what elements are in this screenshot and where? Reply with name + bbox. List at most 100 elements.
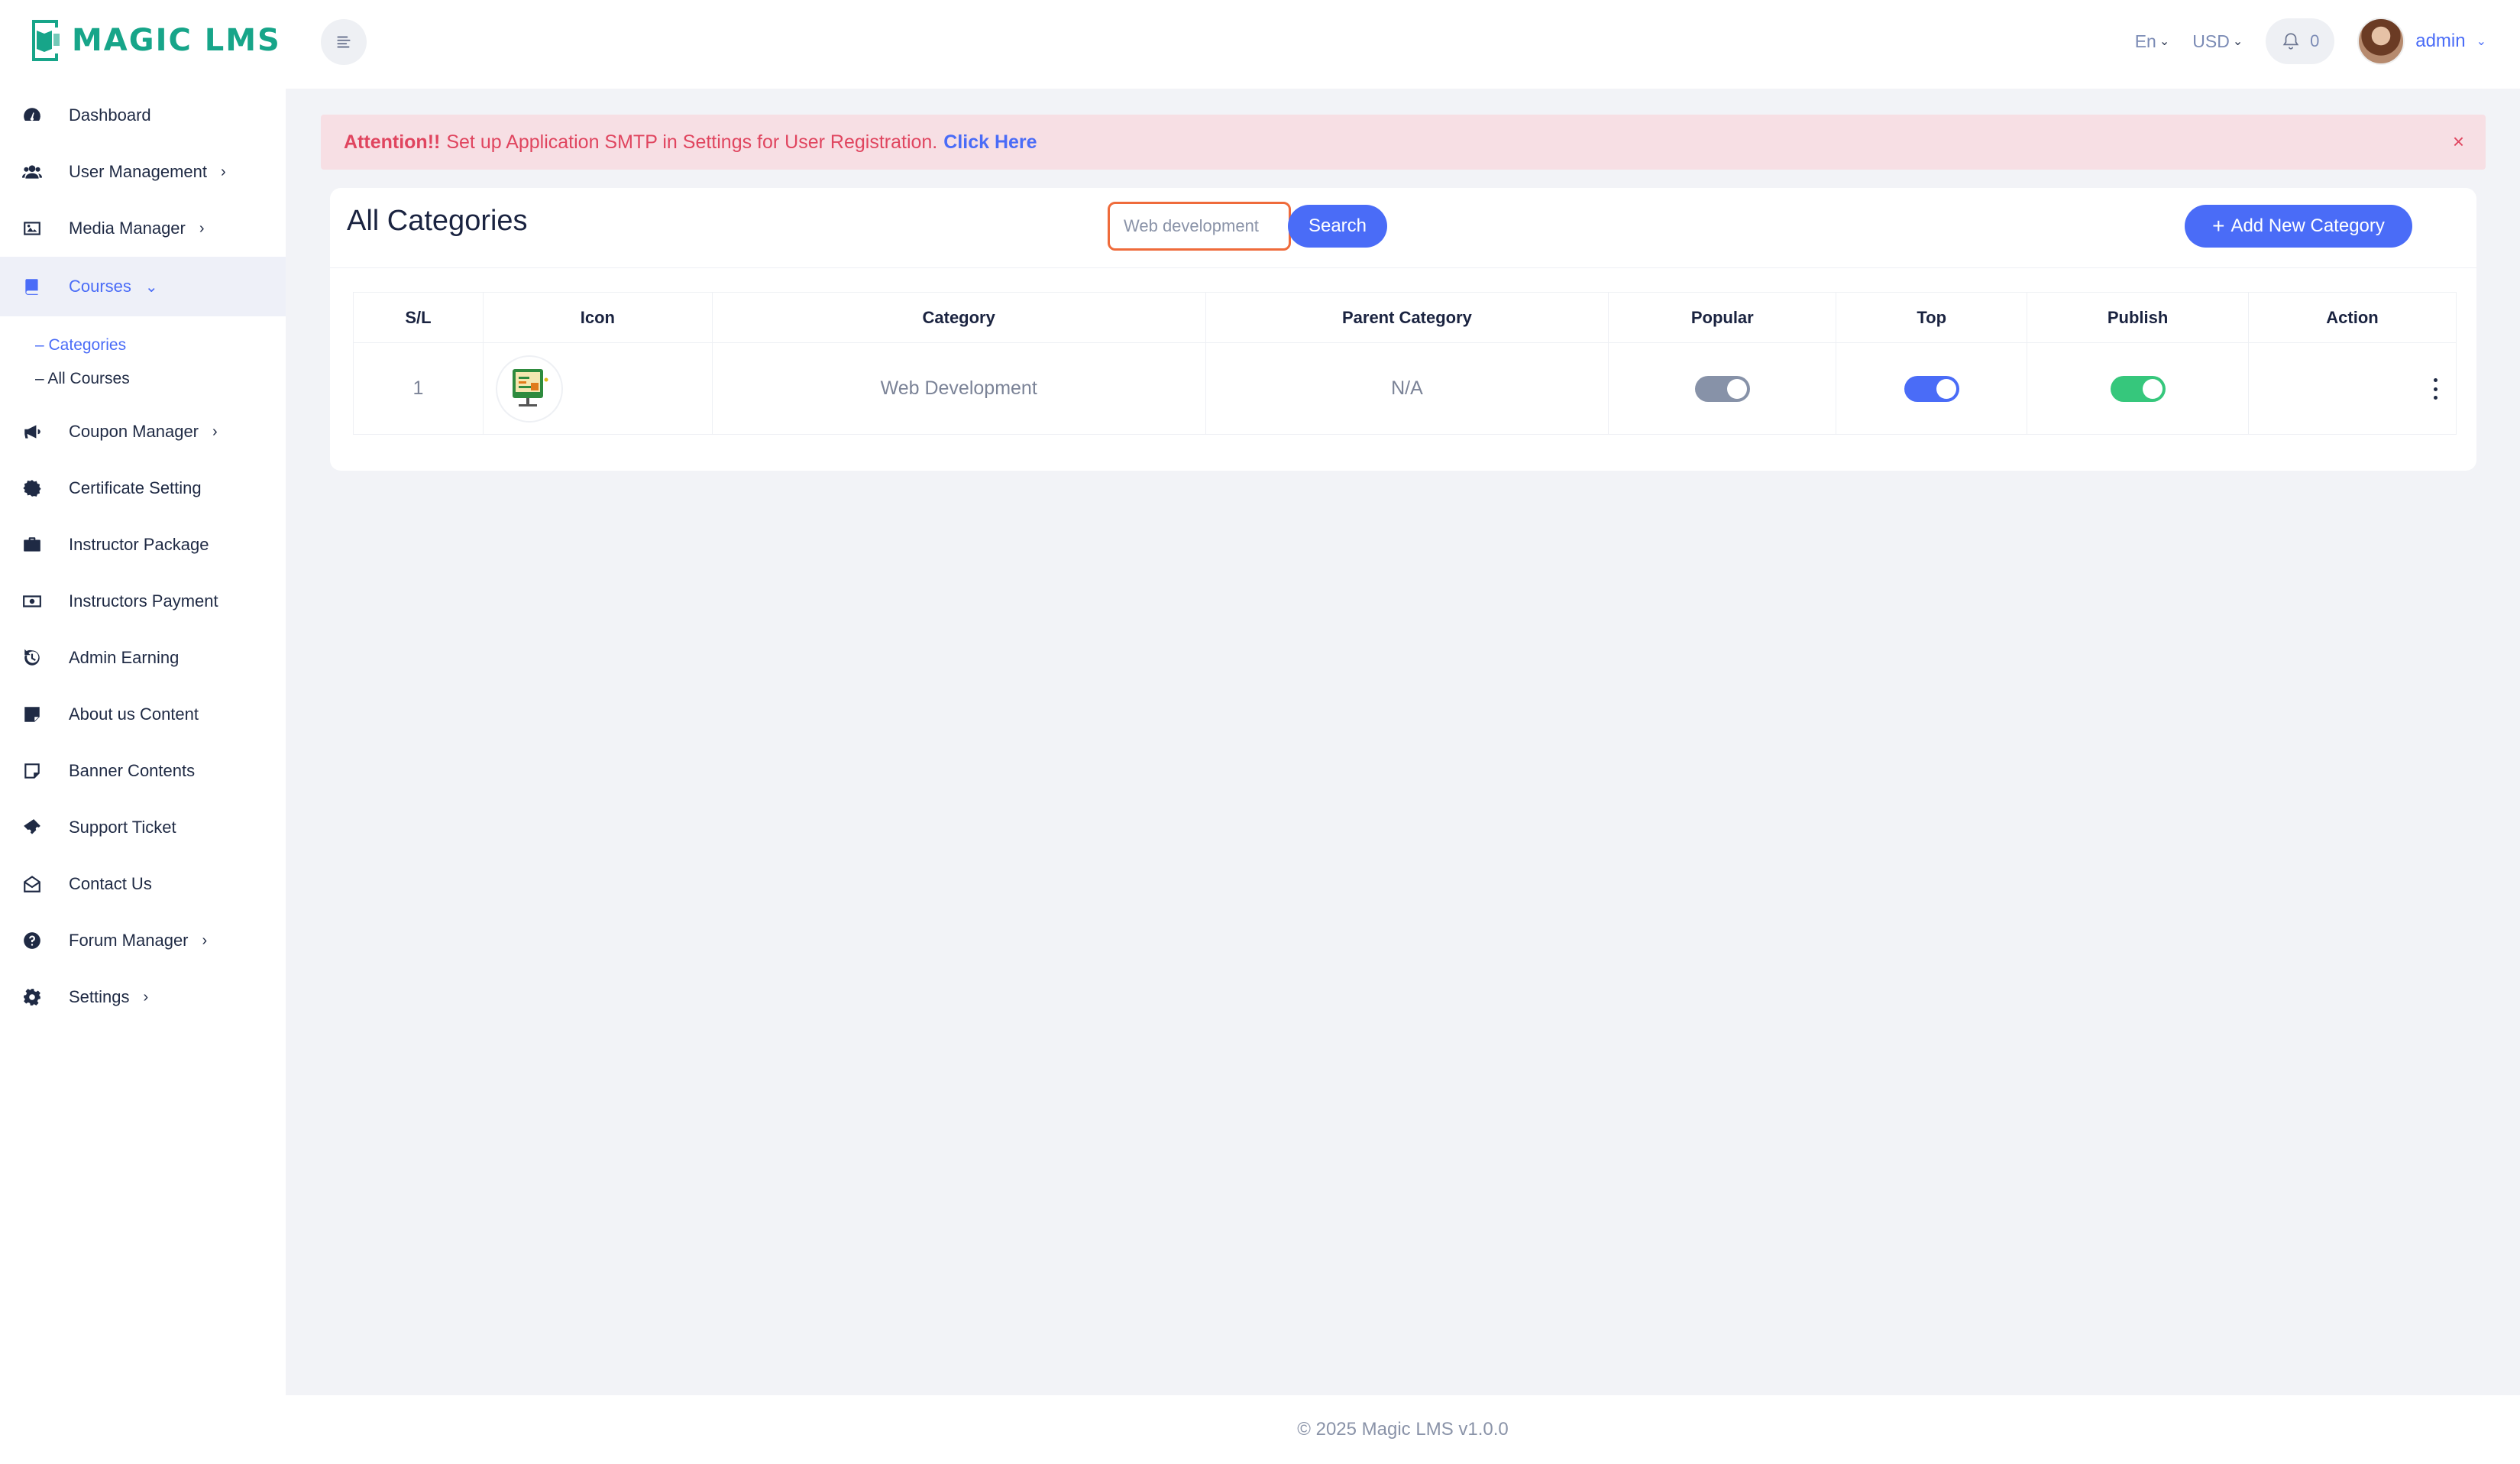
brand-logo[interactable]: MAGIC LMS xyxy=(26,15,281,66)
column-header-icon: Icon xyxy=(483,292,713,343)
table-header-row: S/L Icon Category Parent Category Popula… xyxy=(353,292,2457,343)
notification-count: 0 xyxy=(2310,31,2320,50)
ticket-icon xyxy=(21,817,43,838)
publish-toggle[interactable] xyxy=(2110,375,2166,402)
topbar: En ⌄ USD ⌄ 0 admin ⌄ xyxy=(286,0,2520,89)
sidebar-item-label: Settings xyxy=(69,987,130,1006)
chevron-down-icon: ⌄ xyxy=(2232,35,2243,48)
sidebar-item-banner-contents[interactable]: Banner Contents xyxy=(0,743,286,799)
sidebar-item-label: Support Ticket xyxy=(69,818,176,837)
divider xyxy=(330,267,2476,268)
sidebar-item-admin-earning[interactable]: Admin Earning xyxy=(0,630,286,686)
certificate-icon xyxy=(21,478,43,499)
cell-sl: 1 xyxy=(353,342,484,435)
column-header-popular: Popular xyxy=(1608,292,1837,343)
sidebar-item-dashboard[interactable]: Dashboard xyxy=(0,87,286,144)
history-icon xyxy=(21,647,43,669)
chevron-right-icon: › xyxy=(143,988,149,1006)
question-icon xyxy=(21,930,43,951)
sidebar-item-label: Contact Us xyxy=(69,874,152,893)
note-icon xyxy=(21,704,43,725)
popular-toggle[interactable] xyxy=(1694,375,1750,402)
sidebar-item-label: Coupon Manager xyxy=(69,422,199,441)
add-new-category-button[interactable]: + Add New Category xyxy=(2185,205,2412,248)
menu-toggle-button[interactable] xyxy=(321,19,367,65)
chevron-right-icon: › xyxy=(212,423,218,440)
cell-publish xyxy=(2027,342,2250,435)
topbar-actions: En ⌄ USD ⌄ 0 admin ⌄ xyxy=(2135,17,2486,66)
categories-table: S/L Icon Category Parent Category Popula… xyxy=(353,292,2457,435)
column-header-category: Category xyxy=(712,292,1206,343)
column-header-sl: S/L xyxy=(353,292,484,343)
sidebar-item-forum-manager[interactable]: Forum Manager › xyxy=(0,912,286,969)
alert-message: Set up Application SMTP in Settings for … xyxy=(446,131,938,153)
cell-action xyxy=(2248,342,2457,435)
close-icon[interactable]: × xyxy=(2453,130,2464,154)
sidebar-item-coupon-manager[interactable]: Coupon Manager › xyxy=(0,403,286,460)
plus-icon: + xyxy=(2212,214,2225,238)
brand-name: MAGIC LMS xyxy=(72,23,281,58)
book-icon xyxy=(21,276,43,297)
add-new-category-label: Add New Category xyxy=(2230,215,2385,236)
categories-card: All Categories Search + Add New Category… xyxy=(330,188,2476,471)
submenu-item-categories[interactable]: – Categories xyxy=(35,329,286,362)
sidebar-item-label: Banner Contents xyxy=(69,761,196,780)
sidebar-item-user-management[interactable]: User Management › xyxy=(0,144,286,200)
image-icon xyxy=(21,218,43,239)
sidebar-item-label: User Management xyxy=(69,162,207,181)
sidebar-item-label: Instructor Package xyxy=(69,535,209,554)
sidebar-item-contact-us[interactable]: Contact Us xyxy=(0,856,286,912)
currency-dropdown[interactable]: USD ⌄ xyxy=(2192,31,2243,52)
sidebar-item-label: Instructors Payment xyxy=(69,591,218,611)
sidebar-item-instructors-payment[interactable]: Instructors Payment xyxy=(0,573,286,630)
sidebar-item-label: Admin Earning xyxy=(69,648,180,667)
user-name: admin xyxy=(2415,31,2466,51)
alert-click-here-link[interactable]: Click Here xyxy=(943,131,1037,154)
logo-book-icon xyxy=(32,20,60,61)
chevron-right-icon: › xyxy=(202,931,208,949)
language-value: En xyxy=(2134,31,2156,51)
cell-category: Web Development xyxy=(712,342,1206,435)
envelope-open-icon xyxy=(21,873,43,895)
sidebar-item-about-us-content[interactable]: About us Content xyxy=(0,686,286,743)
menu-lines-icon xyxy=(337,36,351,48)
user-menu[interactable]: admin ⌄ xyxy=(2357,18,2486,65)
sidebar-item-instructor-package[interactable]: Instructor Package xyxy=(0,517,286,573)
notifications-button[interactable]: 0 xyxy=(2266,18,2335,64)
megaphone-icon xyxy=(21,421,43,442)
column-header-top: Top xyxy=(1836,292,2028,343)
briefcase-icon xyxy=(21,534,43,555)
search-input[interactable] xyxy=(1108,202,1291,251)
column-header-publish: Publish xyxy=(2027,292,2250,343)
column-header-action: Action xyxy=(2248,292,2457,343)
top-toggle[interactable] xyxy=(1904,375,1959,402)
table-row: 1 Web Development N/A xyxy=(353,342,2457,435)
smtp-alert: Attention!! Set up Application SMTP in S… xyxy=(321,115,2486,170)
sidebar-item-label: Media Manager xyxy=(69,219,186,238)
sidebar-item-support-ticket[interactable]: Support Ticket xyxy=(0,799,286,856)
submenu-item-all-courses[interactable]: – All Courses xyxy=(35,362,286,396)
sidebar-item-courses[interactable]: Courses ⌄ xyxy=(0,257,286,316)
category-thumbnail xyxy=(497,356,561,421)
language-dropdown[interactable]: En ⌄ xyxy=(2135,31,2170,52)
footer-copyright: © 2025 Magic LMS v1.0.0 xyxy=(1297,1419,1509,1440)
sticky-note-icon xyxy=(21,760,43,782)
currency-value: USD xyxy=(2192,31,2230,51)
cell-parent-category: N/A xyxy=(1205,342,1609,435)
users-icon xyxy=(21,161,43,183)
sidebar-item-settings[interactable]: Settings › xyxy=(0,969,286,1025)
gear-icon xyxy=(21,986,43,1008)
sidebar-item-certificate-setting[interactable]: Certificate Setting xyxy=(0,460,286,517)
sidebar-item-label: Courses xyxy=(69,277,131,296)
sidebar: MAGIC LMS Dashboard User Management › Me… xyxy=(0,0,286,1464)
money-icon xyxy=(21,591,43,612)
sidebar-item-media-manager[interactable]: Media Manager › xyxy=(0,200,286,257)
chevron-right-icon: › xyxy=(220,163,226,180)
courses-submenu: – Categories – All Courses xyxy=(0,316,286,403)
search-button[interactable]: Search xyxy=(1288,205,1387,248)
cell-icon xyxy=(483,342,713,435)
column-header-parent-category: Parent Category xyxy=(1205,292,1609,343)
sidebar-item-label: Certificate Setting xyxy=(69,478,202,497)
more-options-icon[interactable] xyxy=(2430,378,2441,400)
footer: © 2025 Magic LMS v1.0.0 xyxy=(286,1395,2520,1464)
